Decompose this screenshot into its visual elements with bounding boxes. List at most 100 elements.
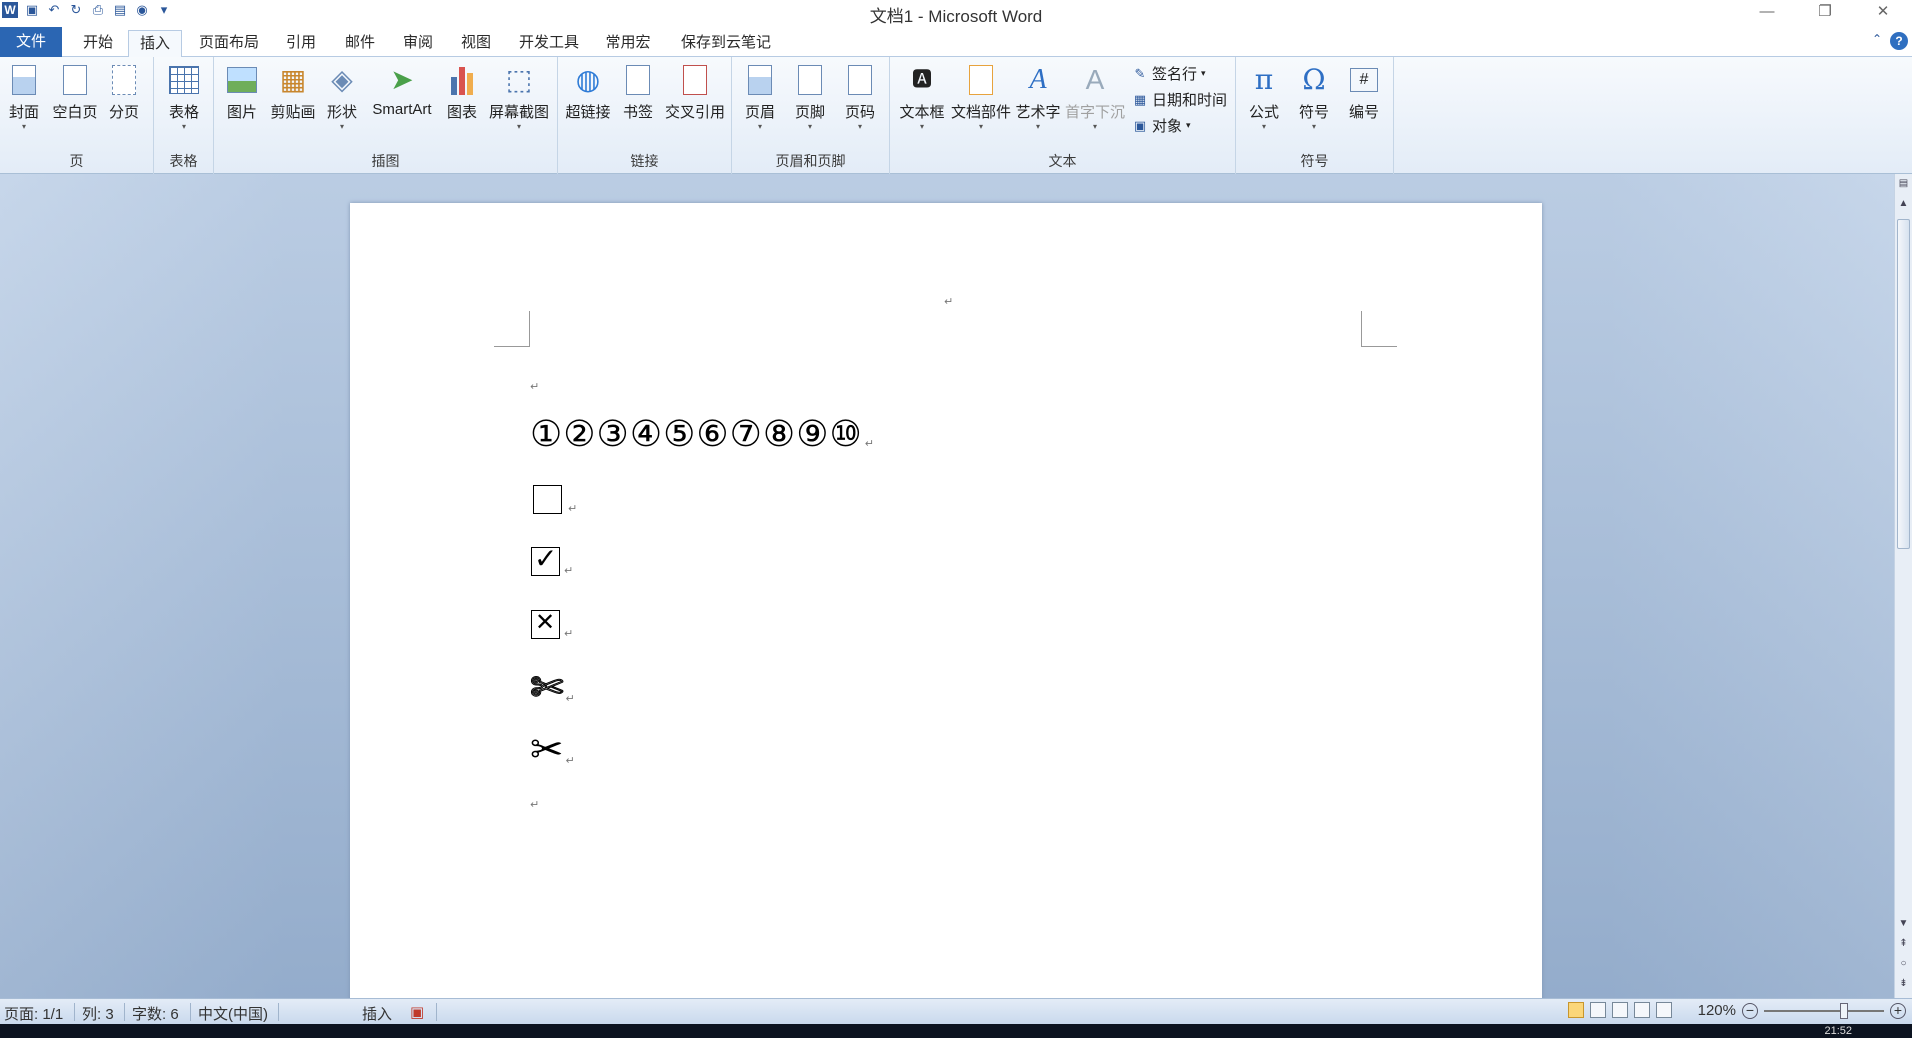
ruler-toggle-icon[interactable]: ▤ (1895, 178, 1912, 189)
outline-view-icon[interactable] (1634, 1002, 1650, 1018)
cross-reference-icon (678, 63, 712, 97)
footer-button[interactable]: 页脚 ▾ (790, 63, 830, 132)
group-text: 🅰 文本框 ▾ 文档部件 ▾ A 艺术字 ▾ A 首字下沉 ▾ ✎ 签名行 ▾ ▦ 日期和时间… (890, 57, 1236, 174)
tab-macros[interactable]: 常用宏 (596, 30, 660, 57)
hyperlink-button[interactable]: ◍ 超链接 (562, 63, 614, 122)
table-button[interactable]: 表格 ▾ (162, 63, 206, 132)
drop-cap-button[interactable]: A 首字下沉 ▾ (1064, 63, 1126, 132)
scroll-up-arrow[interactable]: ▲ (1895, 198, 1912, 209)
next-page-icon[interactable]: ⇟ (1895, 978, 1912, 989)
word-count[interactable]: 字数: 6 (132, 1003, 179, 1024)
tab-review[interactable]: 审阅 (392, 30, 444, 57)
restore-button[interactable]: ❐ (1796, 0, 1854, 26)
numbering-button[interactable]: # 编号 (1344, 63, 1384, 122)
tab-mailings[interactable]: 邮件 (334, 30, 386, 57)
macro-record-icon[interactable]: ▣ (410, 1003, 424, 1021)
textbox-button[interactable]: 🅰 文本框 ▾ (898, 63, 946, 132)
scrollbar-thumb[interactable] (1897, 219, 1910, 549)
close-button[interactable]: ✕ (1854, 0, 1912, 26)
screenshot-button[interactable]: ⬚ 屏幕截图 ▾ (486, 63, 552, 132)
column-indicator[interactable]: 列: 3 (82, 1003, 114, 1024)
omega-icon: Ω (1302, 63, 1326, 96)
document-area[interactable]: ↵ ↵ ①②③④⑤⑥⑦⑧⑨⑩ ↵ ↵ ↵ ↵ ✄ ↵ ✂ ↵ ↵ (0, 174, 1894, 998)
print-layout-icon[interactable] (1568, 1002, 1584, 1018)
cover-page-icon (7, 63, 41, 97)
minimize-button[interactable]: — (1738, 0, 1796, 26)
empty-checkbox-line[interactable]: ↵ (530, 484, 577, 515)
status-bar: 页面: 1/1 列: 3 字数: 6 中文(中国) 插入 ▣ 120% − + (0, 998, 1912, 1024)
tab-page-layout[interactable]: 页面布局 (190, 30, 268, 57)
language-indicator[interactable]: 中文(中国) (198, 1003, 268, 1024)
document-page[interactable]: ↵ ↵ ①②③④⑤⑥⑦⑧⑨⑩ ↵ ↵ ↵ ↵ ✄ ↵ ✂ ↵ ↵ (350, 203, 1542, 998)
help-icon[interactable]: ? (1890, 32, 1908, 50)
group-illustrations: 图片 ▦ 剪贴画 ◈ 形状 ▾ ➤ SmartArt 图表 ⬚ 屏幕截图 ▾ 插图 (214, 57, 558, 174)
scroll-down-arrow[interactable]: ▼ (1895, 918, 1912, 929)
textbox-icon: 🅰 (912, 69, 932, 91)
bookmark-button[interactable]: 书签 (618, 63, 658, 122)
tab-file[interactable]: 文件 (0, 27, 62, 57)
title-bar: W ▣ ↶ ↻ ⎙ ▤ ◉ ▾ 文档1 - Microsoft Word — ❐… (0, 0, 1912, 27)
scissors-icon: ✂ (530, 727, 564, 773)
tab-home[interactable]: 开始 (72, 30, 124, 57)
zoom-in-icon[interactable]: + (1890, 1002, 1906, 1019)
smartart-icon: ➤ (390, 64, 414, 95)
margin-corner-top-left (494, 311, 530, 347)
picture-icon (225, 63, 259, 97)
object-button[interactable]: ▣ 对象 ▾ (1132, 115, 1191, 136)
page-number-button[interactable]: 页码 ▾ (840, 63, 880, 132)
equation-button[interactable]: π 公式 ▾ (1244, 63, 1284, 132)
picture-button[interactable]: 图片 (222, 63, 262, 122)
tab-save-cloud[interactable]: 保存到云笔记 (670, 30, 782, 57)
web-layout-icon[interactable] (1612, 1002, 1628, 1018)
crossed-box-line[interactable]: ↵ (530, 608, 573, 640)
cross-reference-button[interactable]: 交叉引用 (662, 63, 728, 122)
signature-icon: ✎ (1134, 65, 1146, 81)
tab-references[interactable]: 引用 (276, 30, 326, 57)
insert-mode[interactable]: 插入 (362, 1003, 392, 1024)
group-symbols: π 公式 ▾ Ω 符号 ▾ # 编号 符号 (1236, 57, 1394, 174)
chart-button[interactable]: 图表 (442, 63, 482, 122)
shapes-button[interactable]: ◈ 形状 ▾ (322, 63, 362, 132)
full-screen-reading-icon[interactable] (1590, 1002, 1606, 1018)
solid-scissors-line[interactable]: ✂ ↵ (530, 727, 575, 773)
blank-page-button[interactable]: 空白页 (50, 63, 100, 122)
clipart-button[interactable]: ▦ 剪贴画 (268, 63, 318, 122)
tab-insert[interactable]: 插入 (128, 30, 182, 58)
header-button[interactable]: 页眉 ▾ (740, 63, 780, 132)
checked-box-line[interactable]: ↵ (530, 542, 573, 577)
page-break-icon (107, 63, 141, 97)
wordart-button[interactable]: A 艺术字 ▾ (1014, 63, 1062, 132)
zoom-slider-knob[interactable] (1840, 1002, 1848, 1019)
zoom-out-icon[interactable]: − (1742, 1002, 1758, 1019)
globe-icon: ◍ (575, 64, 601, 95)
clipart-icon: ▦ (279, 64, 307, 95)
pi-icon: π (1254, 63, 1274, 96)
page-break-button[interactable]: 分页 (104, 63, 144, 122)
vertical-scrollbar[interactable]: ▤ ▲ ▼ ⇞ ○ ⇟ (1894, 174, 1912, 998)
footer-icon (793, 63, 827, 97)
zoom-level[interactable]: 120% (1698, 1002, 1736, 1019)
screenshot-icon: ⬚ (505, 64, 533, 95)
symbol-button[interactable]: Ω 符号 ▾ (1294, 63, 1334, 132)
cover-page-button[interactable]: 封面 ▾ (4, 63, 44, 132)
page-count[interactable]: 页面: 1/1 (4, 1003, 63, 1024)
minimize-ribbon-icon[interactable]: ⌃ (1872, 32, 1882, 46)
header-paragraph-mark: ↵ (944, 296, 954, 308)
bookmark-icon (621, 63, 655, 97)
margin-corner-top-right (1361, 311, 1397, 347)
outline-scissors-line[interactable]: ✄ ↵ (530, 665, 575, 712)
date-time-button[interactable]: ▦ 日期和时间 (1132, 89, 1227, 110)
circled-numbers-line[interactable]: ①②③④⑤⑥⑦⑧⑨⑩ ↵ (530, 414, 874, 455)
previous-page-icon[interactable]: ⇞ (1895, 938, 1912, 949)
paragraph-mark-end: ↵ (530, 799, 540, 811)
smartart-button[interactable]: ➤ SmartArt (366, 63, 438, 118)
quick-parts-button[interactable]: 文档部件 ▾ (950, 63, 1012, 132)
chart-icon (445, 63, 479, 97)
tab-view[interactable]: 视图 (450, 30, 502, 57)
signature-line-button[interactable]: ✎ 签名行 ▾ (1132, 63, 1206, 84)
draft-view-icon[interactable] (1656, 1002, 1672, 1018)
tab-developer[interactable]: 开发工具 (510, 30, 588, 57)
zoom-slider[interactable] (1764, 1002, 1884, 1019)
scissors-outline-icon: ✄ (530, 665, 565, 712)
browse-object-icon[interactable]: ○ (1895, 958, 1912, 969)
